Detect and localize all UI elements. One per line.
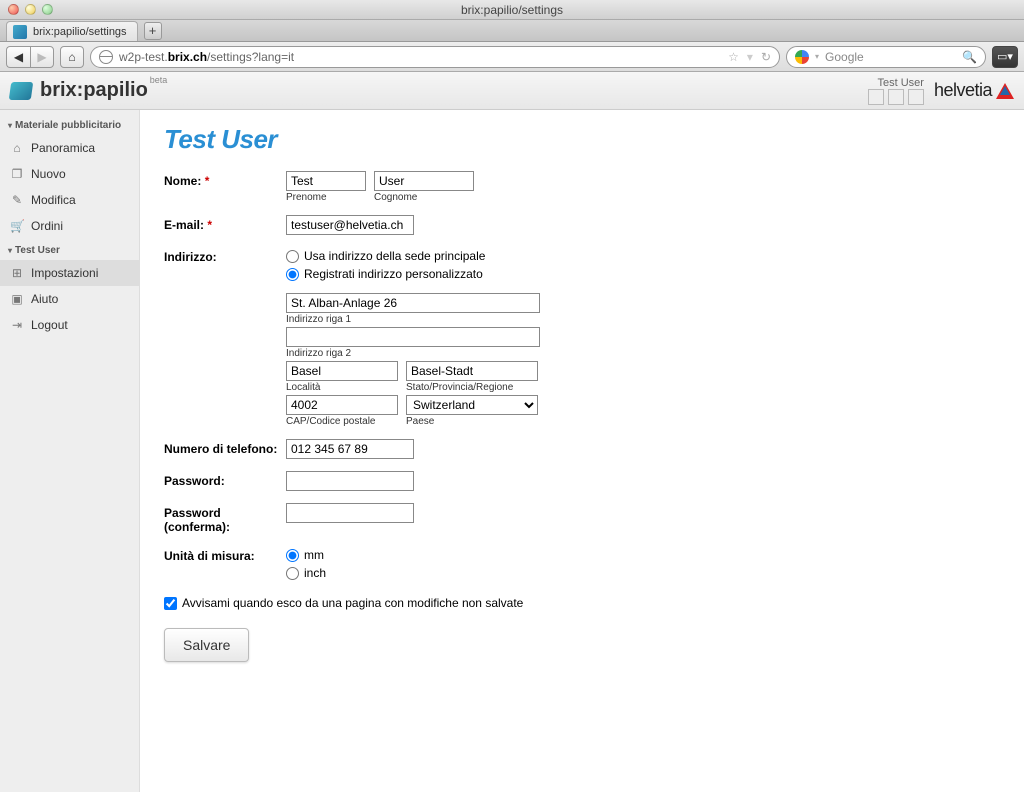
search-box[interactable]: ▾ Google 🔍: [786, 46, 986, 68]
country-caption: Paese: [406, 416, 538, 427]
address-line1-caption: Indirizzo riga 1: [286, 314, 540, 325]
helvetia-text: helvetia: [934, 80, 992, 101]
search-placeholder: Google: [825, 50, 864, 64]
url-text: w2p-test.brix.ch/settings?lang=it: [119, 50, 294, 64]
settings-icon: ⊞: [10, 266, 24, 280]
logo-icon: [9, 82, 34, 100]
password-confirm-input[interactable]: [286, 503, 414, 523]
page-title: Test User: [164, 124, 1000, 155]
favicon-icon: [13, 25, 27, 39]
password-input[interactable]: [286, 471, 414, 491]
edit-icon: ✎: [10, 193, 24, 207]
name-label: Nome: *: [164, 171, 286, 188]
sidebar-item-ordini[interactable]: 🛒Ordini: [0, 213, 139, 239]
address-radio-main[interactable]: [286, 250, 299, 263]
window-title: brix:papilio/settings: [0, 3, 1024, 17]
new-icon: ❐: [10, 167, 24, 181]
lastname-caption: Cognome: [374, 192, 474, 203]
firstname-input[interactable]: [286, 171, 366, 191]
app-header: brix:papiliobeta Test User helvetia: [0, 72, 1024, 110]
password-confirm-label: Password (conferma):: [164, 503, 286, 534]
address-label: Indirizzo:: [164, 247, 286, 264]
sidebar-group-user[interactable]: Test User: [0, 239, 139, 260]
sidebar-group-materials[interactable]: Materiale pubblicitario: [0, 114, 139, 135]
main-content: Test User Nome: * Prenome Cognome E: [140, 110, 1024, 792]
warn-on-leave-label: Avvisami quando esco da una pagina con m…: [182, 594, 523, 612]
sidebar-item-nuovo[interactable]: ❐Nuovo: [0, 161, 139, 187]
city-caption: Località: [286, 382, 398, 393]
header-icon-2[interactable]: [888, 89, 904, 105]
help-icon: ▣: [10, 292, 24, 306]
save-button[interactable]: Salvare: [164, 628, 249, 662]
state-caption: Stato/Provincia/Regione: [406, 382, 538, 393]
forward-button[interactable]: ▶: [30, 46, 54, 68]
unit-radio-mm[interactable]: [286, 549, 299, 562]
browser-tab-strip: brix:papilio/settings +: [0, 20, 1024, 42]
window-titlebar: brix:papilio/settings: [0, 0, 1024, 20]
address-line1-input[interactable]: [286, 293, 540, 313]
zip-input[interactable]: [286, 395, 398, 415]
phone-input[interactable]: [286, 439, 414, 459]
address-line2-input[interactable]: [286, 327, 540, 347]
sidebar-item-panoramica[interactable]: ⌂Panoramica: [0, 135, 139, 161]
unit-label: Unità di misura:: [164, 546, 286, 563]
sidebar-item-modifica[interactable]: ✎Modifica: [0, 187, 139, 213]
bookmark-icon[interactable]: ☆: [728, 50, 739, 64]
browser-toolbar: ◀ ▶ ⌂ w2p-test.brix.ch/settings?lang=it …: [0, 42, 1024, 72]
email-label: E-mail: *: [164, 215, 286, 232]
phone-label: Numero di telefono:: [164, 439, 286, 456]
sidebar-item-logout[interactable]: ⇥Logout: [0, 312, 139, 338]
back-button[interactable]: ◀: [6, 46, 30, 68]
browser-tab[interactable]: brix:papilio/settings: [6, 21, 138, 41]
logout-icon: ⇥: [10, 318, 24, 332]
logo-badge: beta: [150, 75, 168, 85]
browser-menu-button[interactable]: ▭▾: [992, 46, 1018, 68]
sidebar-item-aiuto[interactable]: ▣Aiuto: [0, 286, 139, 312]
reload-button[interactable]: ↻: [761, 50, 771, 64]
email-input[interactable]: [286, 215, 414, 235]
firstname-caption: Prenome: [286, 192, 366, 203]
zip-caption: CAP/Codice postale: [286, 416, 398, 427]
header-username: Test User: [868, 77, 924, 89]
header-icon-1[interactable]: [868, 89, 884, 105]
helvetia-icon: [996, 83, 1014, 99]
tab-label: brix:papilio/settings: [33, 26, 127, 38]
app-logo[interactable]: brix:papiliobeta: [10, 79, 165, 102]
globe-icon: [99, 50, 113, 64]
country-select[interactable]: Switzerland: [406, 395, 538, 415]
url-bar[interactable]: w2p-test.brix.ch/settings?lang=it ☆ ▾ ↻: [90, 46, 780, 68]
logo-text: brix:papilio: [40, 79, 148, 101]
password-label: Password:: [164, 471, 286, 488]
address-line2-caption: Indirizzo riga 2: [286, 348, 540, 359]
helvetia-brand: helvetia: [934, 80, 1014, 101]
lastname-input[interactable]: [374, 171, 474, 191]
sidebar: Materiale pubblicitario ⌂Panoramica ❐Nuo…: [0, 110, 140, 792]
google-icon: [795, 50, 809, 64]
home-button[interactable]: ⌂: [60, 46, 84, 68]
warn-on-leave-checkbox[interactable]: [164, 597, 177, 610]
address-radio-custom[interactable]: [286, 268, 299, 281]
home-icon: ⌂: [10, 141, 24, 155]
header-icon-3[interactable]: [908, 89, 924, 105]
unit-radio-inch[interactable]: [286, 567, 299, 580]
sidebar-item-impostazioni[interactable]: ⊞Impostazioni: [0, 260, 139, 286]
city-input[interactable]: [286, 361, 398, 381]
cart-icon: 🛒: [10, 219, 24, 233]
search-icon[interactable]: 🔍: [962, 50, 977, 64]
state-input[interactable]: [406, 361, 538, 381]
new-tab-button[interactable]: +: [144, 22, 162, 40]
